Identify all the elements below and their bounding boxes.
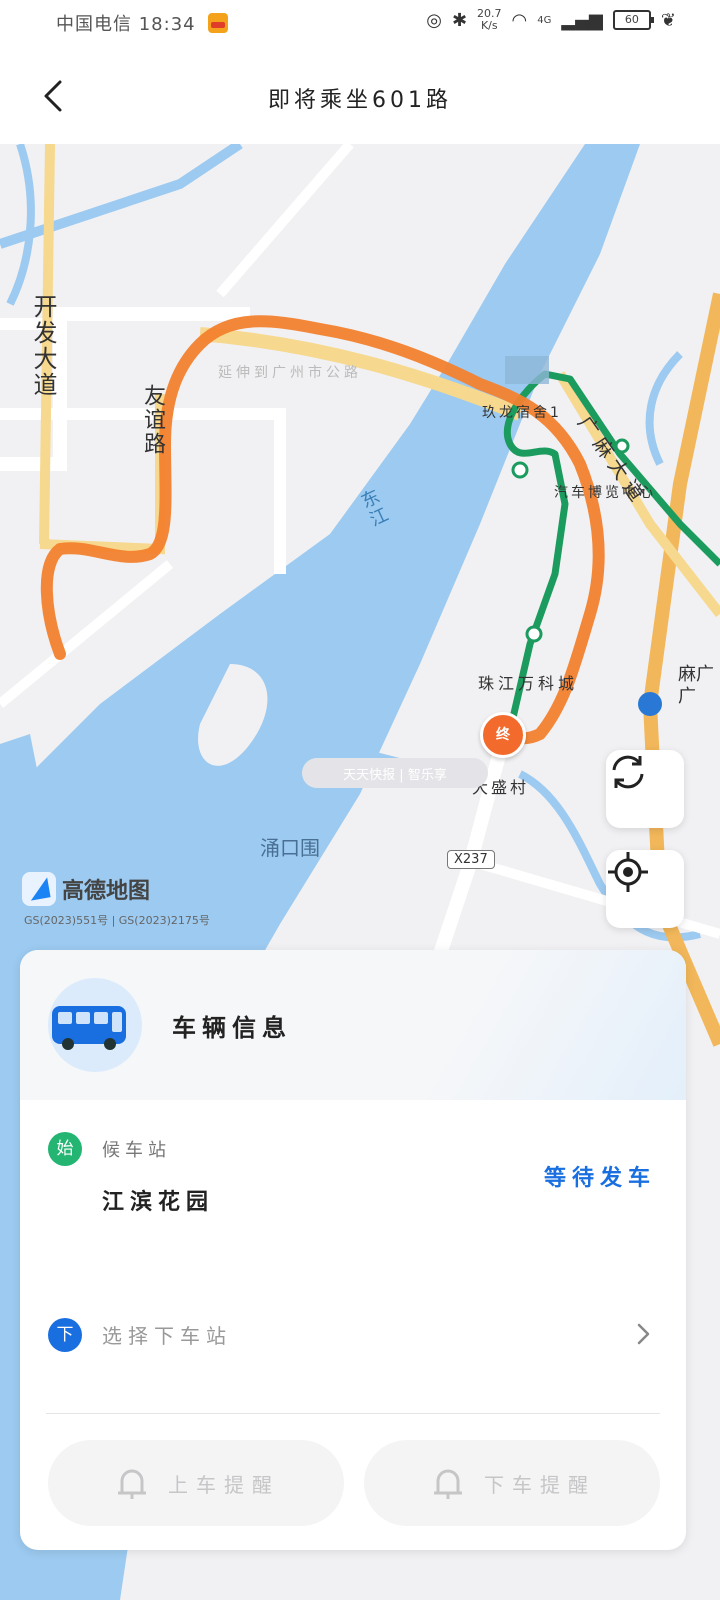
map-label-jiulong-dorm: 玖龙宿舍1	[482, 405, 562, 421]
departure-status: 等待发车	[543, 1166, 656, 1191]
leaf-icon: ❦	[660, 9, 676, 31]
locate-icon	[608, 852, 648, 892]
volte-icon: ◎	[426, 9, 442, 31]
map-label-chongkouwei: 涌口围	[260, 836, 320, 860]
network-speed-unit: K/s	[480, 19, 498, 32]
road-code-badge: X237	[447, 850, 495, 869]
map-approval-number: GS(2023)551号 | GS(2023)2175号	[24, 914, 210, 927]
amap-logo-text: 高德地图	[62, 879, 151, 904]
map-label-kaifa-road: 开发大道	[29, 294, 57, 398]
map-label-auto-museum: 汽车博览中心	[554, 485, 656, 501]
amap-logo: 高德地图	[22, 872, 150, 906]
map-label-yousuo-road: 友谊路	[140, 384, 165, 456]
refresh-button[interactable]	[606, 750, 684, 828]
select-alight-stop[interactable]: 选择下车站	[102, 1320, 232, 1349]
vehicle-info-title: 车辆信息	[172, 1014, 292, 1042]
top-bar: 即将乘坐601路	[0, 48, 720, 144]
vehicle-info-card: 车辆信息 始 候车站 江滨花园 等待发车 下 选择下车站 上车提醒 下车提醒	[20, 950, 686, 1550]
map-label-ma: 麻广广	[678, 664, 714, 707]
wifi-icon: ◠	[511, 9, 528, 31]
boarding-reminder-label: 上车提醒	[168, 1472, 280, 1497]
waiting-station-label: 候车站	[102, 1140, 171, 1161]
clock: 18:34	[138, 14, 196, 35]
boarding-reminder-button[interactable]: 上车提醒	[48, 1440, 344, 1526]
alight-badge: 下	[48, 1318, 82, 1352]
status-bar: 中国电信 18:34 ◎ ✱ 20.7 K/s ◠ 4G ▂▄▆ 60 ❦	[0, 0, 720, 48]
alight-reminder-label: 下车提醒	[484, 1472, 596, 1497]
card-header: 车辆信息	[20, 950, 686, 1100]
divider	[46, 1413, 660, 1414]
bell-icon	[434, 1469, 462, 1499]
amap-logo-icon	[22, 872, 56, 906]
map-label-extension-road: 延伸到广州市公路	[218, 365, 362, 381]
signal-icon: ▂▄▆	[561, 9, 603, 31]
network-speed: 20.7 K/s	[477, 8, 502, 32]
refresh-icon	[612, 755, 644, 789]
alight-reminder-button[interactable]: 下车提醒	[364, 1440, 660, 1526]
notification-app-icon	[208, 13, 229, 33]
station-name: 江滨花园	[102, 1190, 215, 1215]
status-left: 中国电信 18:34	[56, 10, 229, 36]
battery-indicator: 60	[612, 10, 654, 30]
chevron-right-icon[interactable]	[636, 1322, 652, 1346]
map-label-zhujiang-wancheng: 珠江万科城	[478, 674, 579, 693]
carrier-name: 中国电信	[56, 14, 132, 35]
locate-button[interactable]	[606, 850, 684, 928]
bus-icon	[48, 978, 142, 1072]
start-badge: 始	[48, 1132, 82, 1166]
watermark: 天天快报 | 智乐享	[302, 758, 488, 788]
terminal-marker[interactable]: 终	[480, 712, 526, 758]
bell-icon	[118, 1469, 146, 1499]
status-right: ◎ ✱ 20.7 K/s ◠ 4G ▂▄▆ 60 ❦	[426, 8, 676, 32]
bluetooth-icon: ✱	[451, 9, 468, 31]
network-type: 4G	[537, 14, 552, 26]
page-title: 即将乘坐601路	[268, 88, 452, 113]
